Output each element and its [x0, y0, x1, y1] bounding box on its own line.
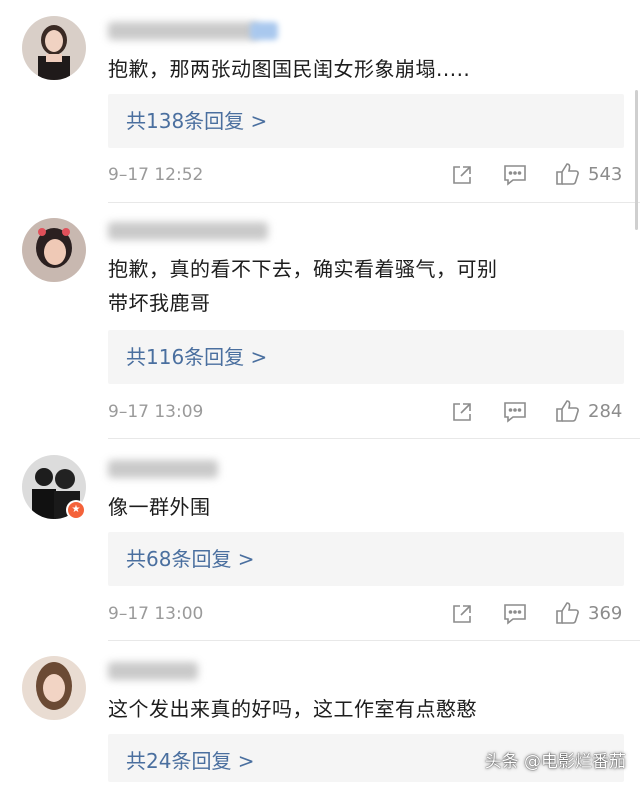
view-replies-button[interactable]: 共68条回复 >	[108, 532, 624, 586]
like-count: 369	[588, 602, 623, 624]
thumbs-up-icon	[556, 602, 579, 624]
star-icon: ★	[68, 502, 84, 518]
share-icon[interactable]	[450, 602, 474, 626]
avatar[interactable]	[22, 218, 86, 282]
username-blurred[interactable]	[108, 22, 258, 40]
username-blurred[interactable]	[108, 460, 218, 478]
avatar-image	[22, 16, 86, 80]
replies-label: 共116条回复 >	[126, 345, 268, 369]
like-button[interactable]: 369	[554, 600, 622, 626]
comment-text: 抱歉，真的看不下去，确实看着骚气，可别带坏我鹿哥	[108, 257, 498, 315]
comment-text: 抱歉，那两张动图国民闺女形象崩塌.....	[108, 57, 471, 81]
comment-text: 这个发出来真的好吗，这工作室有点憨憨	[108, 697, 477, 721]
avatar[interactable]	[22, 16, 86, 80]
comment-time: 9–17 13:09	[108, 402, 204, 422]
view-replies-button[interactable]: 共138条回复 >	[108, 94, 624, 148]
verified-badge: ★	[66, 500, 86, 520]
like-count: 543	[588, 163, 623, 185]
replies-label: 共138条回复 >	[126, 109, 268, 133]
share-icon[interactable]	[450, 163, 474, 187]
watermark: 头条 @电影烂番茄	[484, 752, 626, 772]
like-count: 284	[588, 400, 623, 422]
avatar[interactable]	[22, 656, 86, 720]
comment-icon[interactable]	[502, 602, 528, 626]
scrollbar[interactable]	[635, 90, 638, 230]
view-replies-button[interactable]: 共116条回复 >	[108, 330, 624, 384]
avatar-image	[22, 656, 86, 720]
comment-time: 9–17 13:00	[108, 604, 204, 624]
replies-label: 共68条回复 >	[126, 547, 255, 571]
avatar-image	[22, 218, 86, 282]
thumbs-up-icon	[556, 163, 579, 185]
thumbs-up-icon	[556, 400, 579, 422]
share-icon[interactable]	[450, 400, 474, 424]
like-button[interactable]: 284	[554, 398, 622, 424]
member-badge	[250, 22, 278, 40]
divider	[108, 640, 640, 641]
comment-time: 9–17 12:52	[108, 165, 204, 185]
comment-text: 像一群外围	[108, 495, 211, 519]
divider	[108, 202, 640, 203]
divider	[108, 438, 640, 439]
comment-icon[interactable]	[502, 400, 528, 424]
like-button[interactable]: 543	[554, 161, 622, 187]
username-blurred[interactable]	[108, 662, 198, 680]
username-blurred[interactable]	[108, 222, 268, 240]
comment-icon[interactable]	[502, 163, 528, 187]
